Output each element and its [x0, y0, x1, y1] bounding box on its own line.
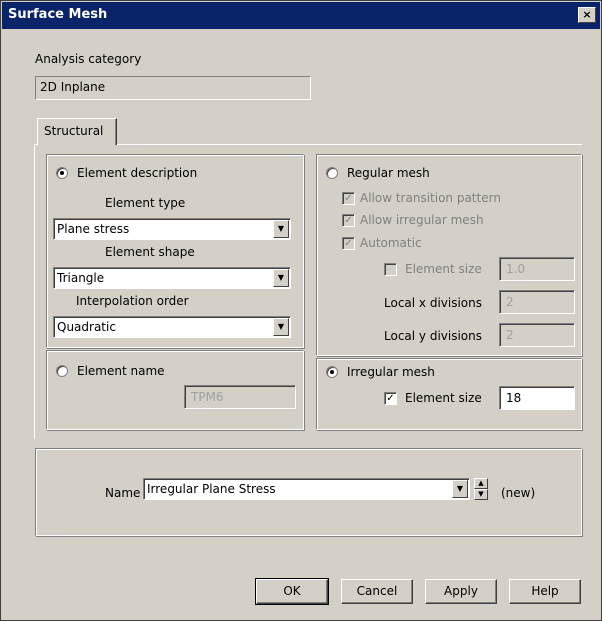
element-type-label: Element type [105, 196, 186, 210]
interpolation-order-select[interactable]: Quadratic ▼ [53, 316, 291, 338]
tab-structural[interactable]: Structural [37, 118, 117, 145]
spin-down-icon[interactable]: ▼ [474, 489, 488, 500]
interpolation-order-label: Interpolation order [76, 294, 189, 308]
name-spinner[interactable]: ▲ ▼ [474, 478, 488, 500]
regular-element-size-field[interactable]: 1.0 [499, 257, 575, 281]
regular-element-size-checkbox[interactable] [384, 263, 397, 276]
element-shape-label: Element shape [105, 245, 195, 259]
automatic-label: Automatic [360, 236, 422, 250]
cancel-button[interactable]: Cancel [341, 579, 413, 604]
element-shape-value: Triangle [57, 271, 105, 285]
analysis-category-field: 2D Inplane [35, 76, 311, 100]
irregular-element-size-checkbox[interactable]: ✓ [384, 392, 397, 405]
window-title: Surface Mesh [8, 7, 108, 22]
local-y-divisions-field[interactable]: 2 [499, 323, 575, 347]
irregular-element-size-label: Element size [405, 391, 482, 405]
element-type-value: Plane stress [57, 222, 130, 236]
allow-transition-label: Allow transition pattern [360, 191, 501, 205]
allow-irregular-checkbox[interactable]: ✓ [342, 214, 355, 227]
regular-mesh-label: Regular mesh [347, 166, 430, 180]
spin-up-icon[interactable]: ▲ [474, 478, 488, 489]
irregular-mesh-radio[interactable] [326, 366, 338, 378]
automatic-checkbox[interactable]: ✓ [342, 237, 355, 250]
irregular-element-size-field[interactable]: 18 [499, 386, 575, 410]
element-type-select[interactable]: Plane stress ▼ [53, 218, 291, 240]
element-description-label: Element description [77, 166, 198, 180]
interpolation-order-value: Quadratic [57, 320, 116, 334]
name-status: (new) [501, 486, 536, 500]
close-button[interactable]: × [578, 7, 596, 23]
allow-transition-checkbox[interactable]: ✓ [342, 192, 355, 205]
local-x-divisions-field[interactable]: 2 [499, 290, 575, 314]
name-label: Name [105, 486, 141, 500]
element-description-radio[interactable] [56, 167, 68, 179]
chevron-down-icon[interactable]: ▼ [273, 269, 289, 287]
local-x-divisions-label: Local x divisions [384, 296, 483, 310]
apply-button[interactable]: Apply [425, 579, 497, 604]
element-name-field[interactable]: TPM6 [184, 385, 296, 409]
element-name-label: Element name [77, 364, 165, 378]
regular-element-size-label: Element size [405, 262, 482, 276]
element-shape-select[interactable]: Triangle ▼ [53, 267, 291, 289]
irregular-mesh-label: Irregular mesh [347, 365, 435, 379]
chevron-down-icon[interactable]: ▼ [273, 318, 289, 336]
name-select[interactable]: Irregular Plane Stress ▼ [143, 478, 470, 500]
local-y-divisions-label: Local y divisions [384, 329, 483, 343]
name-value: Irregular Plane Stress [147, 482, 276, 496]
analysis-category-label: Analysis category [35, 52, 142, 66]
element-name-radio[interactable] [56, 365, 68, 377]
surface-mesh-dialog: Surface Mesh × Analysis category 2D Inpl… [0, 0, 602, 621]
allow-irregular-label: Allow irregular mesh [360, 213, 484, 227]
title-bar: Surface Mesh × [2, 2, 600, 29]
chevron-down-icon[interactable]: ▼ [273, 220, 289, 238]
chevron-down-icon[interactable]: ▼ [452, 480, 468, 498]
regular-mesh-radio[interactable] [326, 167, 338, 179]
help-button[interactable]: Help [509, 579, 581, 604]
ok-button[interactable]: OK [255, 578, 329, 605]
